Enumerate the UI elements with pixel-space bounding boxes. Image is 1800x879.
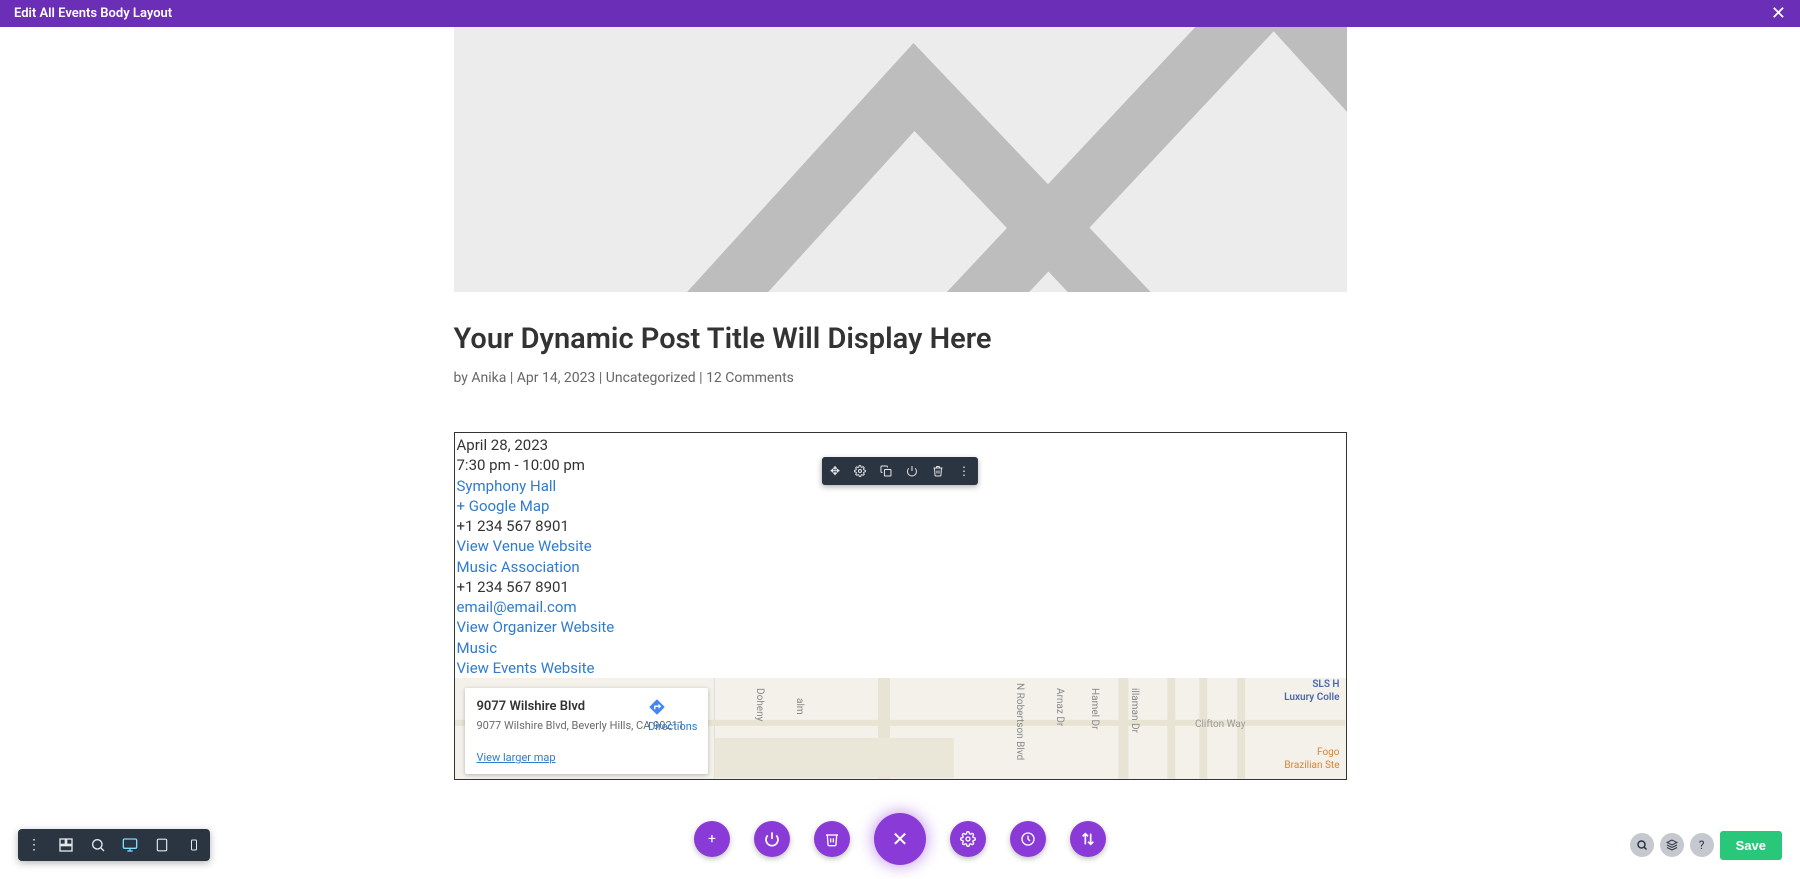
history-fab[interactable] (1010, 821, 1046, 857)
meta-by: by (454, 370, 472, 386)
meta-sep: | (506, 370, 516, 386)
street-label: N Robertson Blvd (1012, 683, 1026, 760)
zoom-icon[interactable] (82, 829, 114, 861)
hero-image-placeholder (454, 27, 1347, 292)
post-meta: by Anika | Apr 14, 2023 | Uncategorized … (454, 370, 1347, 386)
phone-icon[interactable] (178, 829, 210, 861)
street-label: Doheny (752, 688, 766, 721)
event-venue-link[interactable]: Symphony Hall (457, 477, 557, 495)
wireframe-icon[interactable] (50, 829, 82, 861)
meta-sep: | (696, 370, 706, 386)
meta-comments[interactable]: 12 Comments (706, 370, 794, 386)
event-date: April 28, 2023 (457, 435, 1344, 455)
directions-label: Directions (648, 720, 697, 735)
canvas-area: Your Dynamic Post Title Will Display Her… (0, 27, 1800, 780)
move-icon[interactable]: ✥ (830, 463, 840, 479)
meta-sep: | (595, 370, 605, 386)
events-website-link[interactable]: View Events Website (457, 659, 595, 677)
meta-author[interactable]: Anika (471, 370, 506, 386)
desktop-icon[interactable] (114, 829, 146, 861)
map-info-card: 9077 Wilshire Blvd 9077 Wilshire Blvd, B… (465, 688, 708, 774)
map-embed[interactable]: 9077 Wilshire Blvd 9077 Wilshire Blvd, B… (455, 678, 1346, 779)
tablet-icon[interactable] (146, 829, 178, 861)
event-organizer-link[interactable]: Music Association (457, 558, 580, 576)
directions-icon (648, 698, 697, 716)
map-label-clifton: Clifton Way (1195, 718, 1246, 732)
power-icon[interactable] (906, 465, 918, 477)
trash-fab[interactable] (814, 821, 850, 857)
map-street-labels: Doheny alm N Robertson Blvd Arnaz Dr Ham… (1006, 678, 1186, 779)
save-button[interactable]: Save (1720, 831, 1782, 860)
help-icon[interactable]: ? (1690, 833, 1714, 857)
street-label: Hamel Dr (1087, 688, 1101, 730)
more-menu-icon[interactable]: ⋮ (18, 829, 50, 861)
street-label: Arnaz Dr (1052, 688, 1066, 726)
meta-category[interactable]: Uncategorized (606, 370, 696, 386)
view-larger-map-link[interactable]: View larger map (477, 751, 556, 766)
power-fab[interactable] (754, 821, 790, 857)
organizer-phone: +1 234 567 8901 (457, 577, 1344, 597)
settings-fab[interactable] (950, 821, 986, 857)
top-bar: Edit All Events Body Layout ✕ (0, 0, 1800, 27)
map-poi: Fogo Brazilian Ste (1284, 746, 1339, 772)
sort-fab[interactable] (1070, 821, 1106, 857)
google-map-link[interactable]: + Google Map (457, 497, 550, 515)
trash-icon[interactable] (932, 465, 944, 477)
close-fab[interactable]: ✕ (874, 813, 926, 865)
map-pois: SLS H Luxury Colle Fogo Brazilian Ste (1284, 678, 1339, 772)
fab-row: + ✕ (694, 813, 1106, 865)
meta-date: Apr 14, 2023 (517, 370, 596, 386)
more-icon[interactable]: ⋮ (958, 463, 970, 479)
street-label: alm (792, 698, 806, 715)
module-toolbar: ✥ ⋮ (822, 457, 978, 485)
close-icon[interactable]: ✕ (1771, 3, 1786, 24)
event-phone: +1 234 567 8901 (457, 516, 1344, 536)
directions-button[interactable]: Directions (648, 698, 697, 735)
event-module[interactable]: ✥ ⋮ April 28, 2023 7:30 pm - 10:00 pm (454, 432, 1347, 780)
organizer-email-link[interactable]: email@email.com (457, 598, 577, 616)
organizer-website-link[interactable]: View Organizer Website (457, 618, 615, 636)
add-fab[interactable]: + (694, 821, 730, 857)
search-icon[interactable] (1630, 833, 1654, 857)
duplicate-icon[interactable] (880, 465, 892, 477)
page-title: Edit All Events Body Layout (14, 6, 172, 21)
street-label: illaman Dr (1127, 688, 1141, 733)
venue-website-link[interactable]: View Venue Website (457, 537, 592, 555)
event-category-link[interactable]: Music (457, 639, 498, 657)
layers-icon[interactable] (1660, 833, 1684, 857)
post-title: Your Dynamic Post Title Will Display Her… (454, 322, 1347, 356)
view-mode-toolbar: ⋮ (18, 829, 210, 861)
map-poi: SLS H Luxury Colle (1284, 678, 1339, 704)
gear-icon[interactable] (854, 465, 866, 477)
